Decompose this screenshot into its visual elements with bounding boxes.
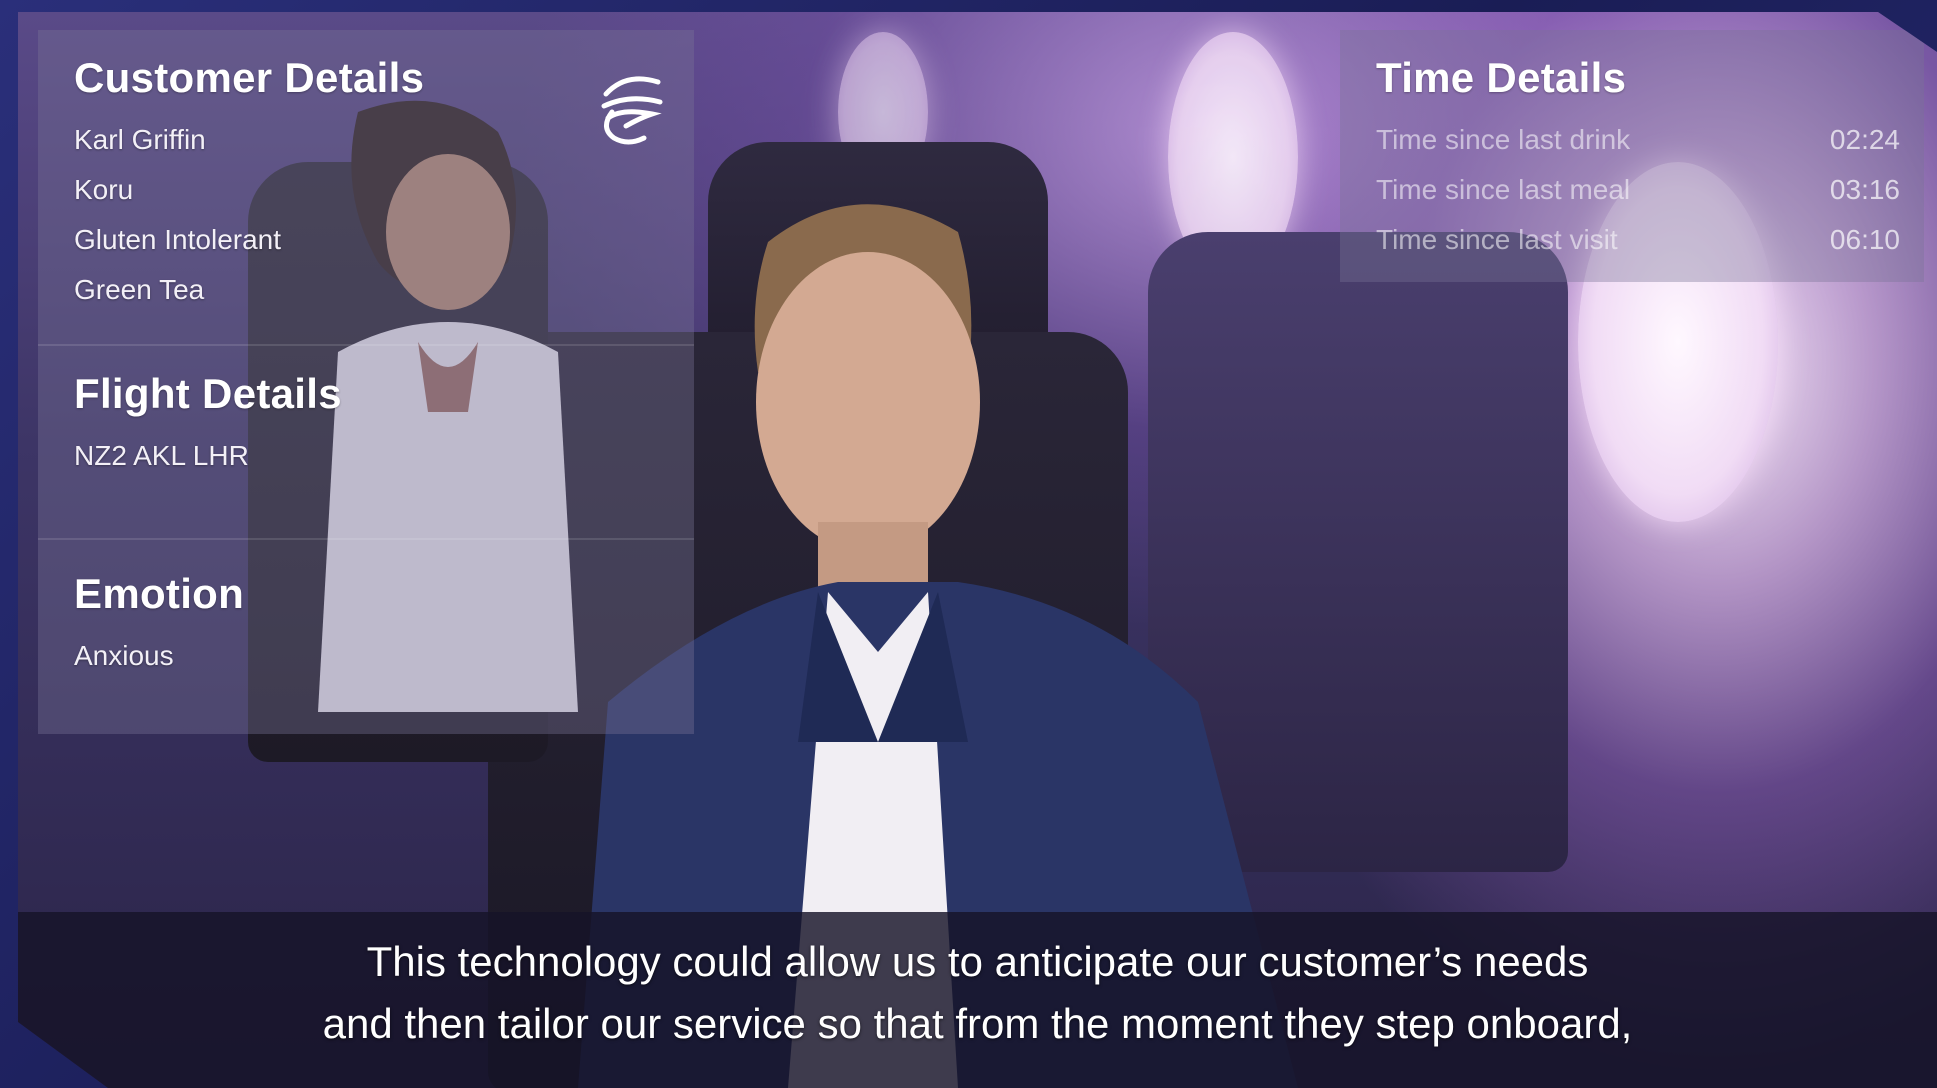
customer-name: Karl Griffin — [74, 124, 206, 155]
time-row-label: Time since last visit — [1376, 224, 1618, 255]
emotion-heading: Emotion — [74, 570, 245, 617]
subtitle-line-1: This technology could allow us to antici… — [366, 938, 1589, 985]
time-row-value: 06:10 — [1829, 224, 1900, 255]
video-screen: Customer Details Karl Griffin Koru Glute… — [18, 12, 1937, 1088]
customer-details-heading: Customer Details — [74, 54, 425, 101]
panel-divider — [38, 538, 694, 540]
flight-route: NZ2 AKL LHR — [74, 440, 249, 471]
customer-tier: Koru — [74, 174, 134, 205]
time-row-label: Time since last drink — [1376, 124, 1631, 155]
koru-logo-icon — [601, 76, 663, 145]
customer-drink-preference: Green Tea — [74, 274, 205, 305]
time-details-heading: Time Details — [1376, 54, 1627, 101]
time-row-label: Time since last meal — [1376, 174, 1631, 205]
emotion-value: Anxious — [74, 640, 174, 671]
time-row-value: 02:24 — [1829, 124, 1900, 155]
flight-details-heading: Flight Details — [74, 370, 342, 417]
time-row-value: 03:16 — [1829, 174, 1900, 205]
customer-dietary: Gluten Intolerant — [74, 224, 282, 255]
panel-divider — [38, 344, 694, 346]
subtitle-line-2: and then tailor our service so that from… — [322, 1000, 1633, 1047]
